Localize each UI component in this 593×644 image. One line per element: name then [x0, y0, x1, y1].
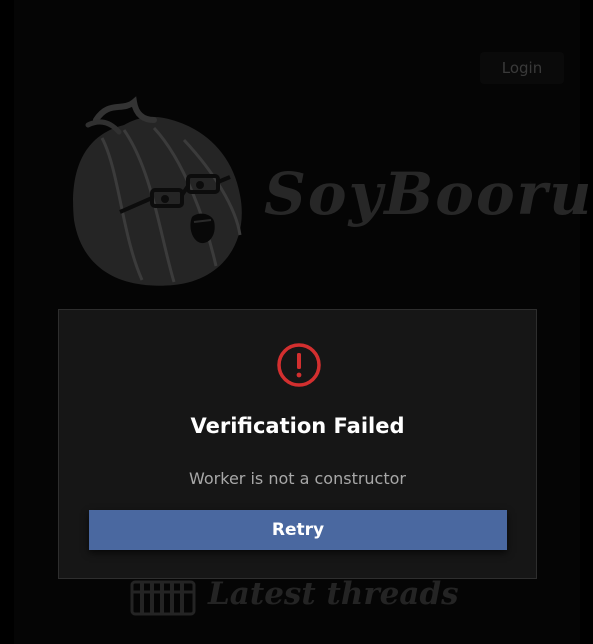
login-link[interactable]: Login: [480, 52, 564, 84]
alert-circle-icon: [277, 343, 321, 387]
threads-icon: [130, 580, 196, 616]
retry-button[interactable]: Retry: [89, 510, 507, 550]
verification-dialog: Verification Failed Worker is not a cons…: [58, 309, 537, 579]
latest-threads-heading: Latest threads: [130, 574, 470, 624]
error-message: Worker is not a constructor: [189, 469, 406, 488]
site-name: SoyBooru: [264, 160, 593, 228]
latest-threads-label: Latest threads: [208, 576, 459, 612]
dialog-title: Verification Failed: [190, 414, 405, 438]
page: Login SoyBooru Verification Failed Worke…: [0, 0, 593, 644]
